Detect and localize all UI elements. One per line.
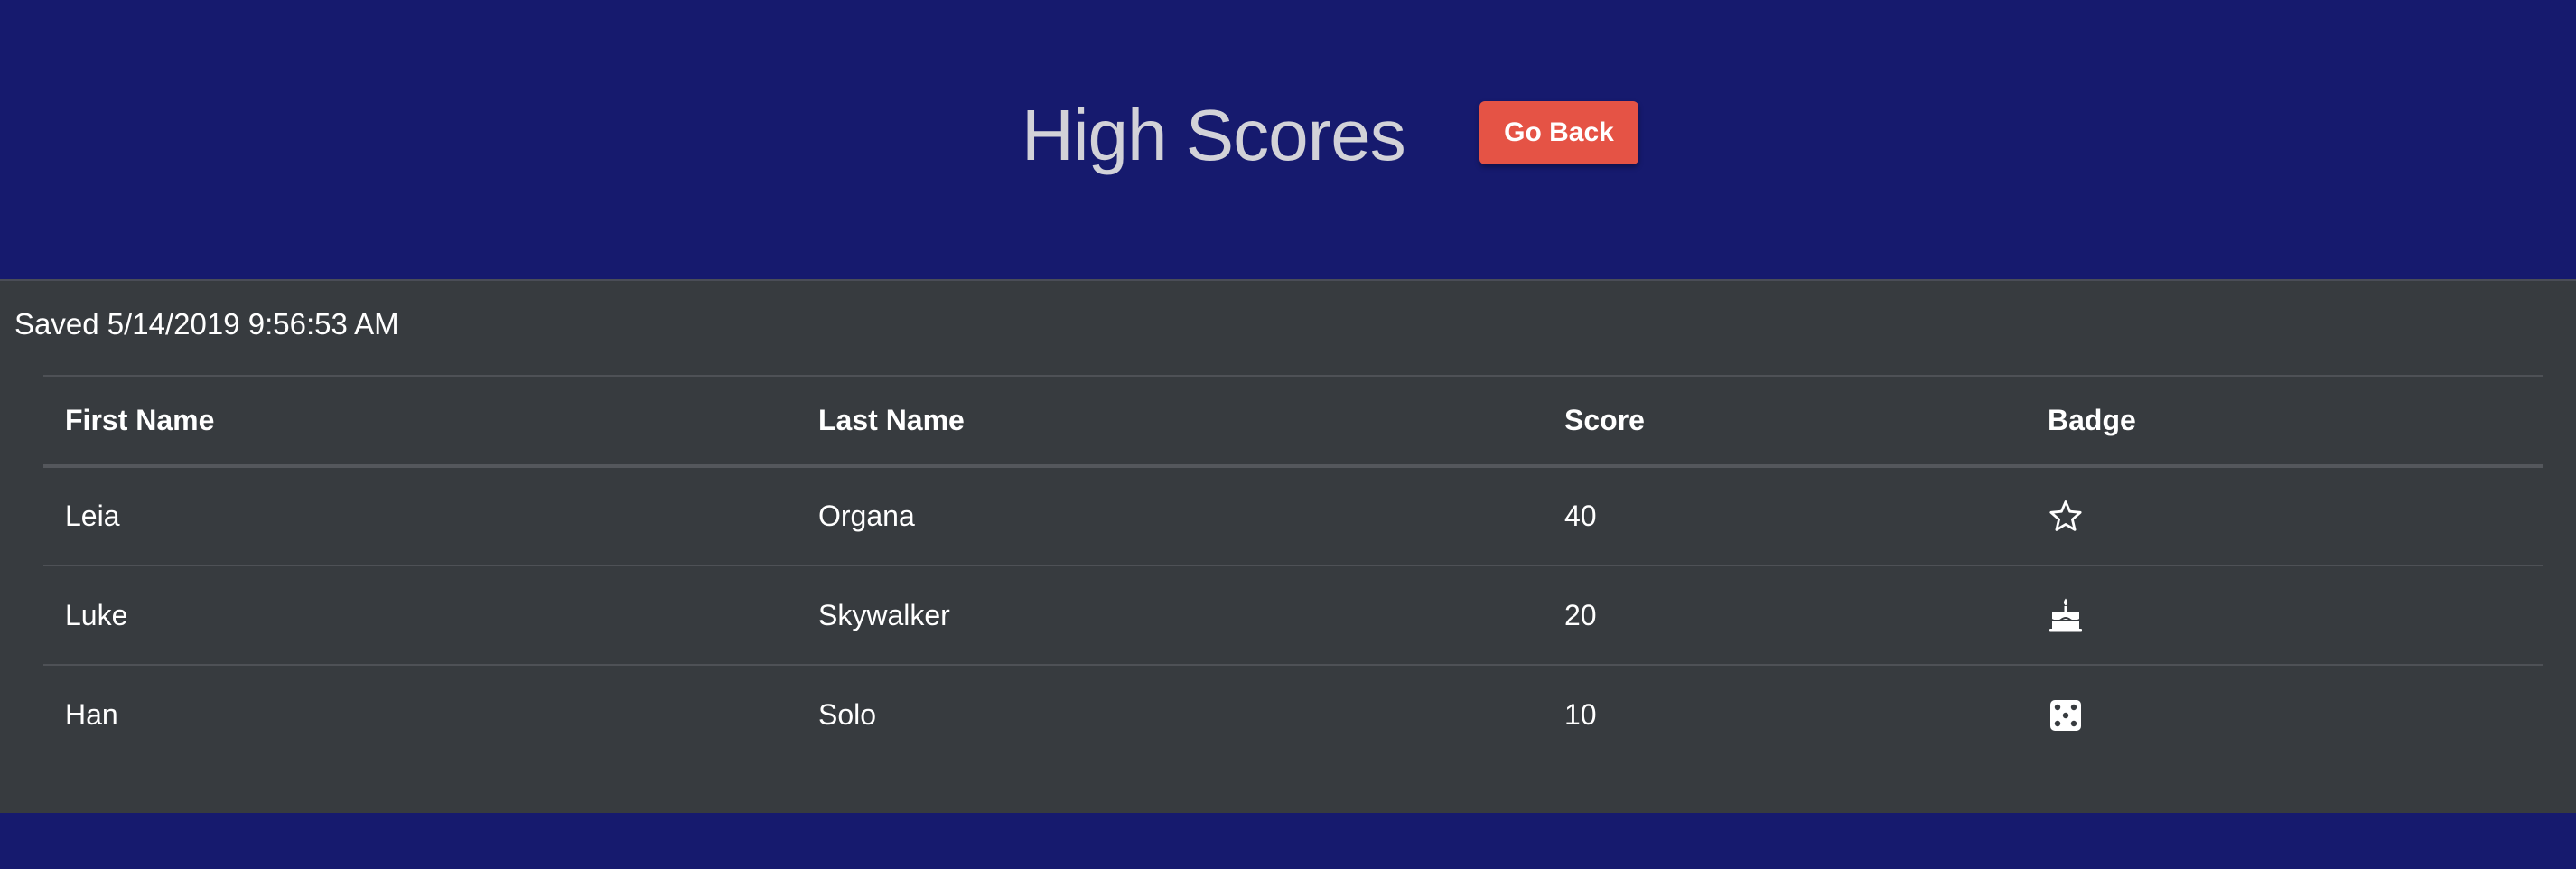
dice-icon bbox=[2048, 697, 2084, 734]
cell-first-name: Leia bbox=[65, 500, 120, 532]
table-header: First Name Last Name Score Badge bbox=[43, 375, 2543, 468]
table-row: Leia Organa 40 bbox=[43, 466, 2543, 565]
scores-panel: Saved 5/14/2019 9:56:53 AM First Name La… bbox=[0, 279, 2576, 813]
cell-first-name: Han bbox=[43, 664, 797, 764]
column-header-score: Score bbox=[1543, 375, 2026, 468]
table-row: Han Solo 10 bbox=[43, 664, 2543, 764]
cell-score: 10 bbox=[1543, 664, 2026, 764]
column-header-badge: Badge bbox=[2026, 375, 2543, 468]
column-header-first-name: First Name bbox=[43, 375, 797, 468]
cell-score: 20 bbox=[1543, 565, 2026, 665]
cell-badge bbox=[2026, 664, 2543, 764]
page-header: High Scores Go Back bbox=[0, 0, 2576, 279]
cell-last-name: Solo bbox=[797, 664, 1543, 764]
go-back-button[interactable]: Go Back bbox=[1479, 101, 1638, 164]
cell-last-name: Organa bbox=[818, 500, 915, 532]
cell-last-name: Skywalker bbox=[797, 565, 1543, 665]
table-header-row: First Name Last Name Score Badge bbox=[43, 375, 2543, 468]
saved-timestamp: Saved 5/14/2019 9:56:53 AM bbox=[14, 307, 399, 341]
high-scores-table: First Name Last Name Score Badge Leia Or… bbox=[43, 375, 2543, 764]
cell-badge bbox=[2026, 466, 2543, 565]
page-title: High Scores bbox=[1022, 95, 1406, 175]
birthday-cake-icon bbox=[2048, 597, 2084, 633]
star-icon bbox=[2048, 499, 2084, 535]
cell-badge bbox=[2026, 565, 2543, 665]
table-row: Luke Skywalker 20 bbox=[43, 565, 2543, 665]
cell-score: 40 bbox=[1564, 500, 1597, 532]
table-body: Leia Organa 40 Luke Skywalker 20 Han Sol… bbox=[43, 466, 2543, 764]
cell-first-name: Luke bbox=[43, 565, 797, 665]
column-header-last-name: Last Name bbox=[797, 375, 1543, 468]
